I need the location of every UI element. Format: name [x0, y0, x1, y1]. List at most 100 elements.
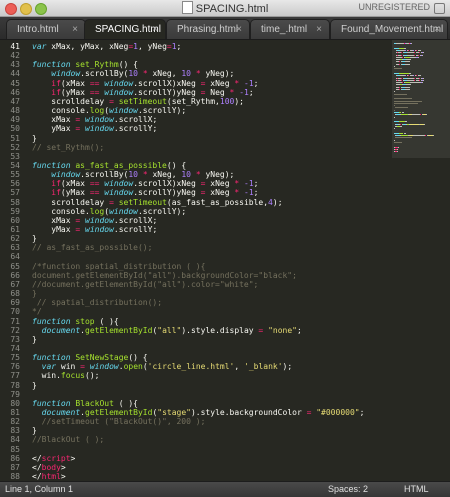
code-line: if(yMax == window.scrollY)yNeg = Neg * -… — [32, 87, 254, 97]
minimap-stroke — [394, 100, 422, 102]
code-token: (yMax — [60, 87, 90, 97]
minimap-stroke — [399, 89, 400, 90]
code-editor[interactable]: var xMax, yMax, xNeg=1, yNeg=1; function … — [32, 40, 388, 481]
code-token: getElementById — [85, 325, 153, 335]
line-number: 67 — [10, 279, 20, 289]
code-token: document — [41, 408, 81, 417]
code-line: </html> — [32, 472, 66, 481]
tab-close-icon[interactable]: × — [72, 20, 78, 40]
minimap-stroke — [399, 61, 400, 63]
minimap-stroke — [397, 148, 398, 150]
fullscreen-icon[interactable] — [434, 3, 445, 14]
minimap-stroke — [394, 109, 395, 111]
code-token: ); — [234, 96, 244, 106]
line-number: 45 — [10, 78, 20, 88]
line-number: 78 — [10, 380, 20, 390]
tab-time[interactable]: time_.html × — [250, 19, 330, 39]
line-number: 48 — [10, 106, 20, 116]
document-icon — [181, 1, 193, 14]
tab-close-icon[interactable]: × — [236, 20, 242, 40]
code-line: var win = window.open('circle_line.html'… — [32, 362, 293, 371]
code-token: focus — [60, 371, 85, 381]
code-token: xMax, yMax, xNeg — [51, 42, 129, 51]
tab-intro[interactable]: Intro.html × — [6, 19, 86, 39]
code-token: window — [104, 179, 134, 189]
code-line: function as_fast_as_possible() { — [32, 161, 186, 170]
code-token: "none" — [268, 325, 297, 335]
minimap-stroke — [395, 107, 408, 109]
code-token: == — [89, 179, 100, 189]
line-number-gutter[interactable]: 41 42 43 44 45 46 47 48 49 50 51 52 53 54 55 56 57 58 59 60… — [0, 40, 24, 481]
minimap-stroke — [394, 116, 395, 118]
code-line: } — [32, 289, 37, 298]
minimap-stroke — [404, 47, 406, 49]
code-token: 10 — [128, 69, 138, 79]
tab-bar: Intro.html × SPACING.html × Phrasing.htm… — [0, 17, 450, 40]
minimap-stroke — [424, 123, 425, 125]
minimap-stroke — [394, 141, 402, 143]
code-token: var — [32, 42, 52, 51]
line-number: 41 — [10, 42, 20, 51]
line-number: 51 — [10, 133, 20, 143]
tab-close-icon[interactable]: × — [434, 20, 440, 40]
minimap-stroke — [414, 54, 415, 56]
line-number: 59 — [10, 206, 20, 216]
code-token: BlackOut — [75, 398, 114, 408]
minimap-stroke — [402, 82, 403, 84]
minimap-stroke — [394, 98, 412, 100]
code-token: ; — [253, 188, 259, 198]
code-token: .scrollX)xNeg — [133, 78, 201, 88]
code-token: } — [32, 426, 37, 436]
minimap-stroke — [394, 139, 395, 141]
code-token: function — [32, 398, 76, 408]
line-number: 85 — [10, 444, 20, 454]
minimap-stroke — [420, 114, 421, 116]
minimap-stroke — [405, 86, 410, 88]
tab-close-icon[interactable]: × — [152, 20, 158, 40]
code-token: log — [89, 106, 105, 116]
code-token: // as_fast_as_possible(); — [32, 243, 153, 253]
code-token: ; — [248, 87, 254, 97]
code-token: > — [60, 472, 66, 482]
minimap-stroke — [406, 84, 411, 86]
tab-phrasing[interactable]: Phrasing.html × — [166, 19, 250, 39]
code-token: body — [41, 462, 61, 472]
indentation-setting[interactable]: Spaces: 2 — [328, 482, 368, 497]
license-status: UNREGISTERED — [358, 2, 430, 12]
minimap-stroke — [409, 72, 411, 74]
code-line: if(yMax == window.scrollY)yNeg = xNeg * … — [32, 188, 258, 197]
minimap-stroke — [416, 75, 417, 77]
code-line: //document.getElementById("all").color="… — [32, 280, 258, 289]
minimap-stroke — [414, 79, 415, 81]
line-number: 82 — [10, 417, 20, 427]
code-token: -1 — [244, 179, 254, 189]
code-token: (xMax — [60, 179, 90, 189]
minimap-stroke — [402, 56, 403, 58]
code-line: function stop ( ){ — [32, 317, 119, 326]
tab-label: Intro.html — [17, 24, 59, 35]
minimap-stroke — [394, 93, 407, 95]
minimap-stroke — [394, 102, 418, 104]
tab-close-icon[interactable]: × — [316, 20, 322, 40]
minimap-stroke — [399, 86, 400, 88]
line-number: 44 — [10, 69, 20, 79]
code-token: , yNeg — [137, 42, 167, 51]
tab-spacing[interactable]: SPACING.html × — [84, 19, 166, 39]
tab-label: Found_Movement.html — [341, 24, 444, 35]
code-token: //BlackOut ( ); — [32, 435, 105, 445]
line-number: 46 — [10, 87, 20, 97]
minimap-stroke — [405, 63, 410, 65]
code-token: (yMax — [60, 188, 90, 198]
syntax-selector[interactable]: HTML — [404, 482, 429, 497]
code-token: () { — [166, 160, 187, 170]
code-token: ; — [176, 42, 182, 51]
code-token: == — [89, 87, 100, 97]
code-token: //setTimeout ("BlackOut()", 200 ); — [32, 417, 206, 427]
status-bar: Line 1, Column 1 Spaces: 2 HTML — [0, 481, 450, 497]
tab-found-movement[interactable]: Found_Movement.html × — [330, 19, 448, 39]
minimap-stroke — [401, 114, 408, 116]
minimap[interactable] — [392, 40, 450, 481]
code-token: stop — [75, 316, 95, 326]
minimap-stroke — [412, 114, 420, 116]
